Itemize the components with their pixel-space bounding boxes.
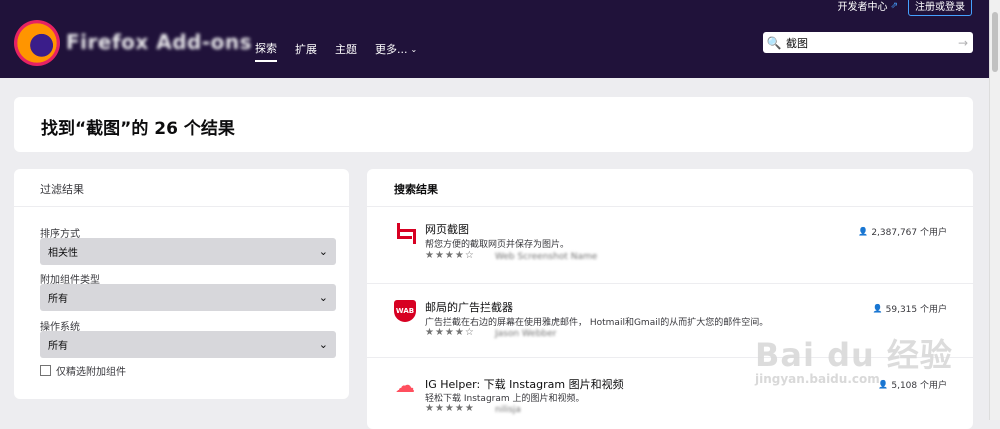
- results-title: 搜索结果: [394, 183, 438, 196]
- firefox-logo-icon: [14, 20, 60, 66]
- search-icon: 🔍: [766, 35, 782, 50]
- filter-title: 过滤结果: [40, 183, 84, 196]
- developer-hub-link[interactable]: 开发者中心 ⇗: [837, 0, 898, 14]
- divider: [14, 206, 349, 207]
- result-author: Jason Webber: [495, 329, 557, 339]
- result-name[interactable]: 网页截图: [425, 221, 469, 237]
- user-count: 👤 2,387,767 个用户: [858, 225, 947, 238]
- recommended-only-option[interactable]: 仅精选附加组件: [40, 363, 126, 378]
- sort-select[interactable]: 相关性 ⌄: [40, 238, 336, 265]
- result-author: Web Screenshot Name: [495, 252, 598, 262]
- rating-stars: ★★★★☆: [425, 327, 475, 338]
- nav-explore[interactable]: 探索: [255, 40, 277, 62]
- baidu-watermark: Bai du 经验 jingyan.baidu.com: [755, 330, 953, 386]
- search-input[interactable]: [782, 36, 953, 49]
- user-count: 👤 59,315 个用户: [873, 302, 947, 315]
- nav-themes[interactable]: 主题: [335, 40, 357, 62]
- user-icon: 👤: [872, 304, 883, 313]
- search-results-panel: 搜索结果 网页截图 帮您方便的截取网页并保存为图片。 ★★★★☆ Web Scr…: [367, 169, 973, 429]
- shield-icon: WAB: [394, 300, 416, 322]
- result-description: 广告拦截在右边的屏幕在使用雅虎邮件， Hotmail和Gmail的从而扩大您的邮…: [425, 318, 769, 328]
- rating-stars: ★★★★☆: [425, 250, 475, 261]
- main-nav: 探索 扩展 主题 更多... ⌄: [255, 40, 417, 62]
- os-select-value: 所有: [48, 341, 68, 352]
- chevron-down-icon: ⌄: [318, 245, 328, 258]
- results-heading-card: 找到“截图”的 26 个结果: [14, 97, 973, 152]
- result-name[interactable]: 邮局的广告拦截器: [425, 299, 513, 315]
- external-link-icon: ⇗: [890, 0, 898, 11]
- result-author: nilisja: [495, 405, 521, 415]
- developer-hub-label: 开发者中心: [837, 2, 888, 13]
- site-header: 开发者中心 ⇗ 注册或登录 Firefox Add-ons 探索 扩展 主题 更…: [0, 0, 990, 78]
- result-item[interactable]: 网页截图 帮您方便的截取网页并保存为图片。 ★★★★☆ Web Screensh…: [367, 207, 973, 284]
- nav-extensions[interactable]: 扩展: [295, 40, 317, 62]
- recommended-only-label: 仅精选附加组件: [56, 367, 126, 378]
- recommended-only-checkbox[interactable]: [40, 365, 51, 376]
- search-submit-arrow-icon[interactable]: →: [953, 36, 973, 50]
- nav-more[interactable]: 更多... ⌄: [375, 40, 417, 62]
- result-description: 帮您方便的截取网页并保存为图片。: [425, 240, 570, 250]
- brand-name[interactable]: Firefox Add-ons: [66, 30, 252, 54]
- chevron-down-icon: ⌄: [410, 44, 418, 54]
- crop-icon: [394, 223, 416, 245]
- result-name[interactable]: IG Helper: 下载 Instagram 图片和视频: [425, 376, 624, 392]
- login-button[interactable]: 注册或登录: [908, 0, 972, 16]
- user-icon: 👤: [858, 227, 869, 236]
- chevron-down-icon: ⌄: [318, 291, 328, 304]
- os-select[interactable]: 所有 ⌄: [40, 331, 336, 358]
- top-links: 开发者中心 ⇗ 注册或登录: [837, 0, 972, 16]
- watermark-logo-text: Bai du 经验: [755, 336, 953, 374]
- filter-panel: 过滤结果 排序方式 相关性 ⌄ 附加组件类型 所有 ⌄ 操作系统 所有 ⌄ 仅精…: [14, 169, 349, 399]
- scrollbar-thumb[interactable]: [992, 12, 998, 72]
- cloud-download-icon: ☁: [395, 373, 415, 397]
- addon-type-select[interactable]: 所有 ⌄: [40, 284, 336, 311]
- page-scrollbar[interactable]: [989, 0, 1000, 420]
- nav-more-label: 更多...: [375, 43, 408, 56]
- rating-stars: ★★★★★: [425, 403, 475, 414]
- search-box: 🔍 →: [763, 32, 973, 53]
- user-count-value: 59,315 个用户: [885, 305, 947, 315]
- addon-type-select-value: 所有: [48, 294, 68, 305]
- chevron-down-icon: ⌄: [318, 338, 328, 351]
- page-title: 找到“截图”的 26 个结果: [41, 119, 235, 139]
- sort-select-value: 相关性: [48, 248, 78, 259]
- user-count-value: 2,387,767 个用户: [871, 228, 947, 238]
